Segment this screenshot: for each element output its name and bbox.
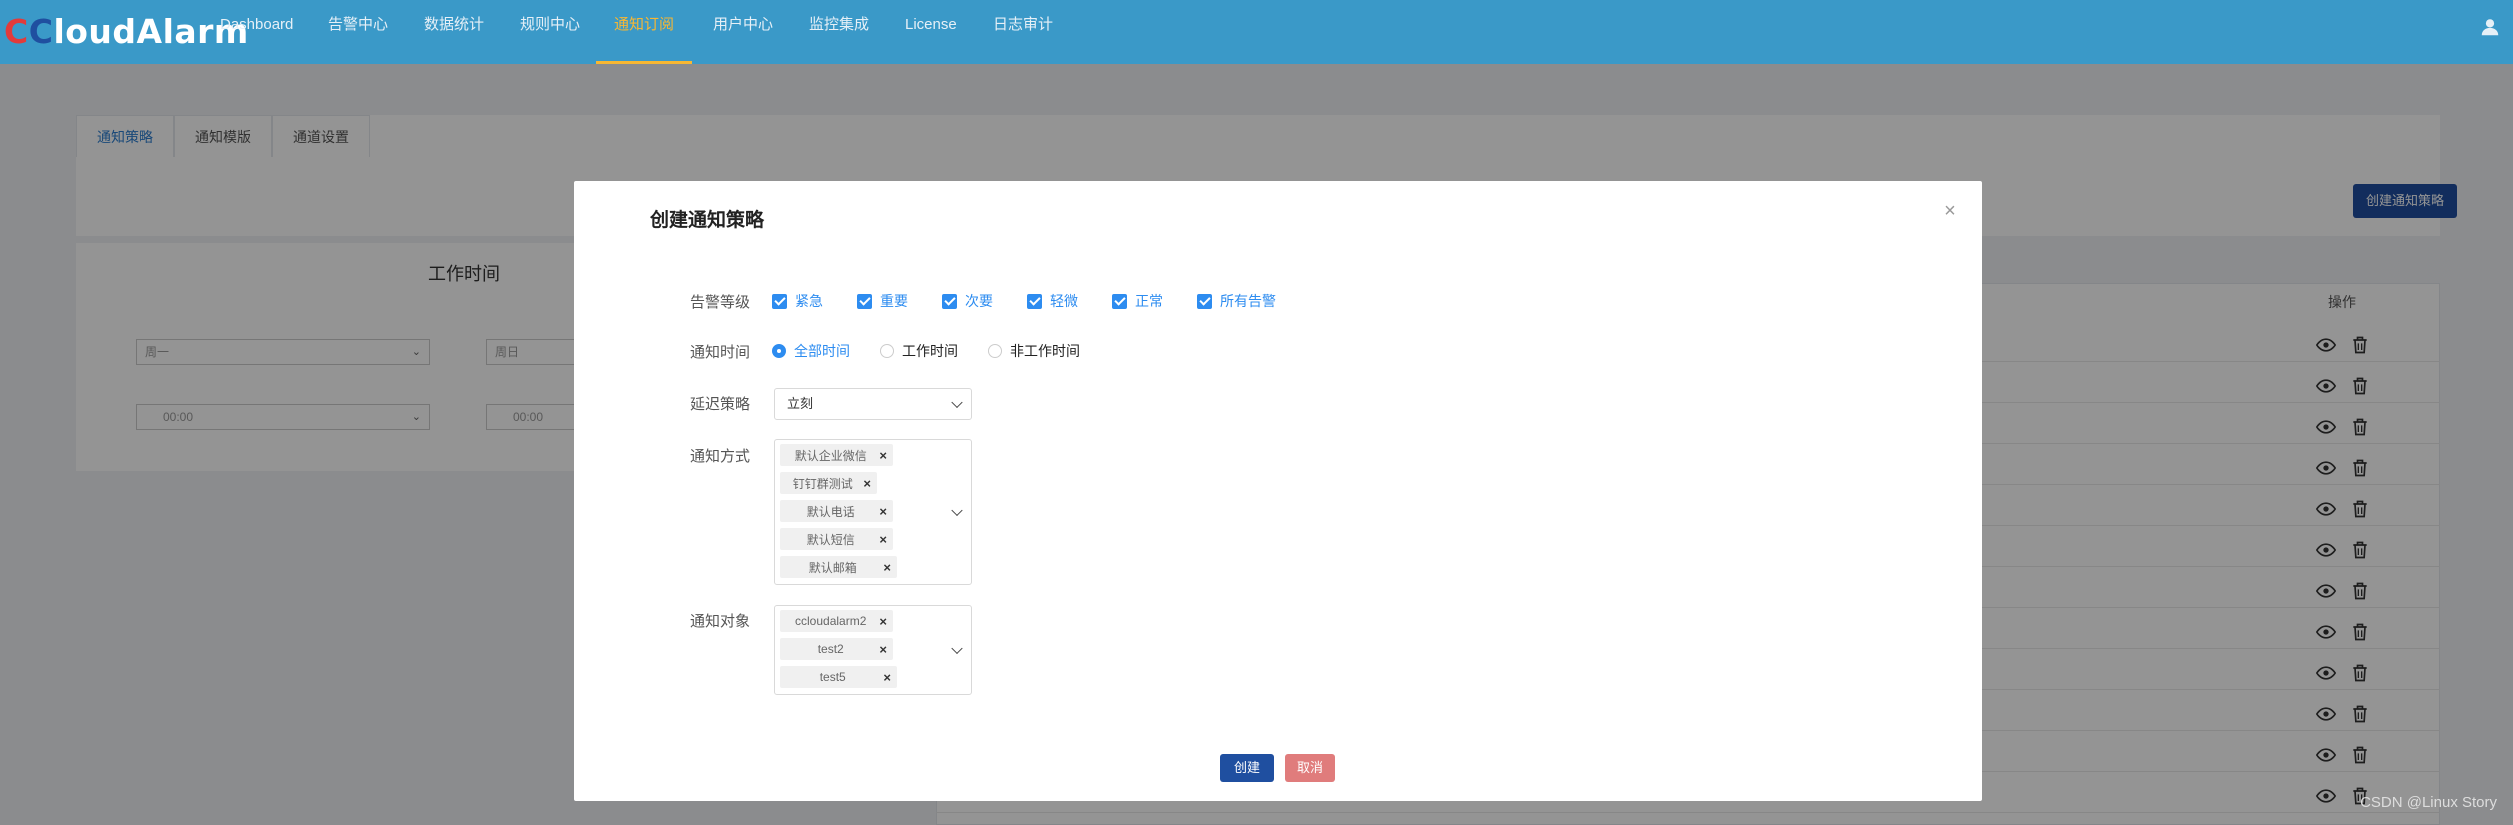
- app-logo[interactable]: CCloudAlarm: [4, 12, 249, 51]
- notify-target-label: 通知对象: [690, 613, 751, 630]
- nav-monitor-integration[interactable]: 监控集成: [807, 0, 871, 64]
- tag-item: test5 ×: [780, 666, 897, 688]
- chevron-down-icon: [951, 504, 963, 517]
- notify-method-label: 通知方式: [690, 448, 751, 465]
- dialog-title: 创建通知策略: [650, 210, 765, 231]
- top-navbar: CCloudAlarm Dashboard 告警中心 数据统计 规则中心 通知订…: [0, 0, 2513, 64]
- checkbox-urgent[interactable]: 紧急: [772, 291, 823, 311]
- close-icon[interactable]: ×: [863, 476, 871, 491]
- chevron-down-icon: [951, 642, 963, 655]
- notify-method-multiselect[interactable]: 默认企业微信 × 钉钉群测试 × 默认电话 × 默认短信 × 默认邮箱 ×: [774, 439, 972, 585]
- nav-user-center[interactable]: 用户中心: [711, 0, 775, 64]
- checkbox-checked-icon: [1027, 293, 1042, 309]
- nav-dashboard[interactable]: Dashboard: [218, 0, 295, 64]
- close-icon[interactable]: ×: [879, 614, 887, 629]
- tag-item: 默认电话 ×: [780, 500, 893, 522]
- radio-work-time[interactable]: 工作时间: [880, 341, 958, 361]
- close-icon[interactable]: ×: [879, 642, 887, 657]
- radio-all-time[interactable]: 全部时间: [772, 341, 850, 361]
- checkbox-checked-icon: [1112, 293, 1127, 309]
- close-icon[interactable]: ×: [1940, 201, 1960, 221]
- checkbox-checked-icon: [857, 293, 872, 309]
- radio-checked-icon: [772, 344, 786, 358]
- tag-item: 钉钉群测试 ×: [780, 472, 877, 494]
- checkbox-checked-icon: [1197, 293, 1212, 309]
- notify-time-group: 全部时间 工作时间 非工作时间: [772, 341, 1110, 361]
- delay-policy-label: 延迟策略: [690, 396, 751, 413]
- checkbox-normal[interactable]: 正常: [1112, 291, 1163, 311]
- checkbox-slight[interactable]: 轻微: [1027, 291, 1078, 311]
- delay-policy-select[interactable]: 立刻: [774, 388, 972, 420]
- nav-license[interactable]: License: [903, 0, 959, 64]
- close-icon[interactable]: ×: [879, 448, 887, 463]
- cancel-button[interactable]: 取消: [1285, 754, 1335, 782]
- tag-item: test2 ×: [780, 638, 893, 660]
- create-policy-dialog: 创建通知策略 × 告警等级 紧急 重要 次要 轻微 正常 所有告警 通知时间 全…: [574, 181, 1982, 801]
- watermark: CSDN @Linux Story: [2360, 794, 2497, 811]
- nav-audit-log[interactable]: 日志审计: [991, 0, 1055, 64]
- tag-item: 默认企业微信 ×: [780, 444, 893, 466]
- create-button[interactable]: 创建: [1220, 754, 1274, 782]
- nav-rule-center[interactable]: 规则中心: [518, 0, 582, 64]
- alert-level-label: 告警等级: [690, 294, 751, 311]
- user-icon[interactable]: [2479, 16, 2501, 38]
- nav-statistics[interactable]: 数据统计: [422, 0, 486, 64]
- close-icon[interactable]: ×: [879, 532, 887, 547]
- notify-target-multiselect[interactable]: ccloudalarm2 × test2 × test5 ×: [774, 605, 972, 695]
- radio-unchecked-icon: [880, 344, 894, 358]
- notify-time-label: 通知时间: [690, 344, 751, 361]
- chevron-down-icon: [951, 396, 963, 409]
- close-icon[interactable]: ×: [883, 670, 891, 685]
- close-icon[interactable]: ×: [883, 560, 891, 575]
- checkbox-all-alerts[interactable]: 所有告警: [1197, 291, 1276, 311]
- tag-item: 默认邮箱 ×: [780, 556, 897, 578]
- nav-alert-center[interactable]: 告警中心: [326, 0, 390, 64]
- tag-item: ccloudalarm2 ×: [780, 610, 893, 632]
- radio-non-work-time[interactable]: 非工作时间: [988, 341, 1080, 361]
- checkbox-minor[interactable]: 次要: [942, 291, 993, 311]
- nav-notify-subscribe[interactable]: 通知订阅: [596, 0, 692, 64]
- alert-level-group: 紧急 重要 次要 轻微 正常 所有告警: [772, 291, 1310, 311]
- tag-item: 默认短信 ×: [780, 528, 893, 550]
- radio-unchecked-icon: [988, 344, 1002, 358]
- checkbox-checked-icon: [942, 293, 957, 309]
- close-icon[interactable]: ×: [879, 504, 887, 519]
- checkbox-important[interactable]: 重要: [857, 291, 908, 311]
- checkbox-checked-icon: [772, 293, 787, 309]
